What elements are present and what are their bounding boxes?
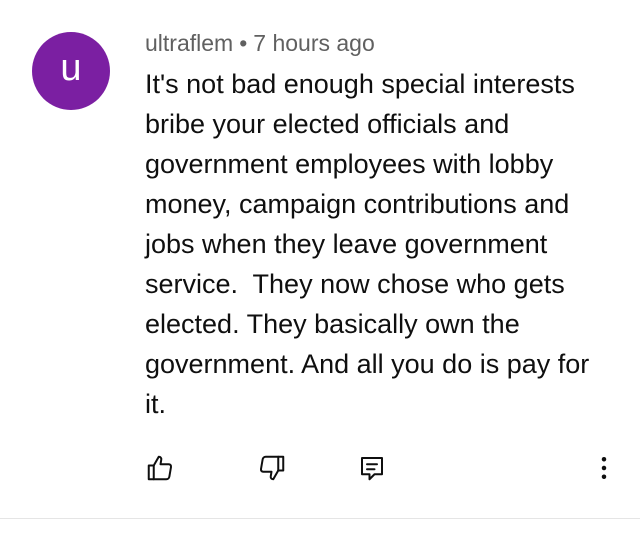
- comment-actions: [0, 448, 640, 488]
- thumb-down-icon: [259, 455, 285, 481]
- comment-reply-icon: [361, 457, 383, 481]
- dislike-button[interactable]: [252, 448, 292, 488]
- comment-text: It's not bad enough special interests br…: [145, 69, 597, 419]
- author-name[interactable]: ultraflem: [145, 30, 233, 56]
- thumb-up-icon: [147, 455, 173, 481]
- more-vertical-icon: [601, 457, 607, 479]
- comment-meta: ultraflem • 7 hours ago: [145, 30, 375, 57]
- more-options-button[interactable]: [584, 448, 624, 488]
- divider: [0, 518, 640, 519]
- comment-timestamp[interactable]: 7 hours ago: [253, 30, 374, 56]
- like-button[interactable]: [140, 448, 180, 488]
- meta-separator: •: [239, 30, 248, 56]
- reply-button[interactable]: [352, 448, 392, 488]
- comment-card: u ultraflem • 7 hours ago It's not bad eno…: [0, 0, 640, 518]
- avatar[interactable]: u: [32, 32, 110, 110]
- avatar-letter: u: [60, 47, 82, 89]
